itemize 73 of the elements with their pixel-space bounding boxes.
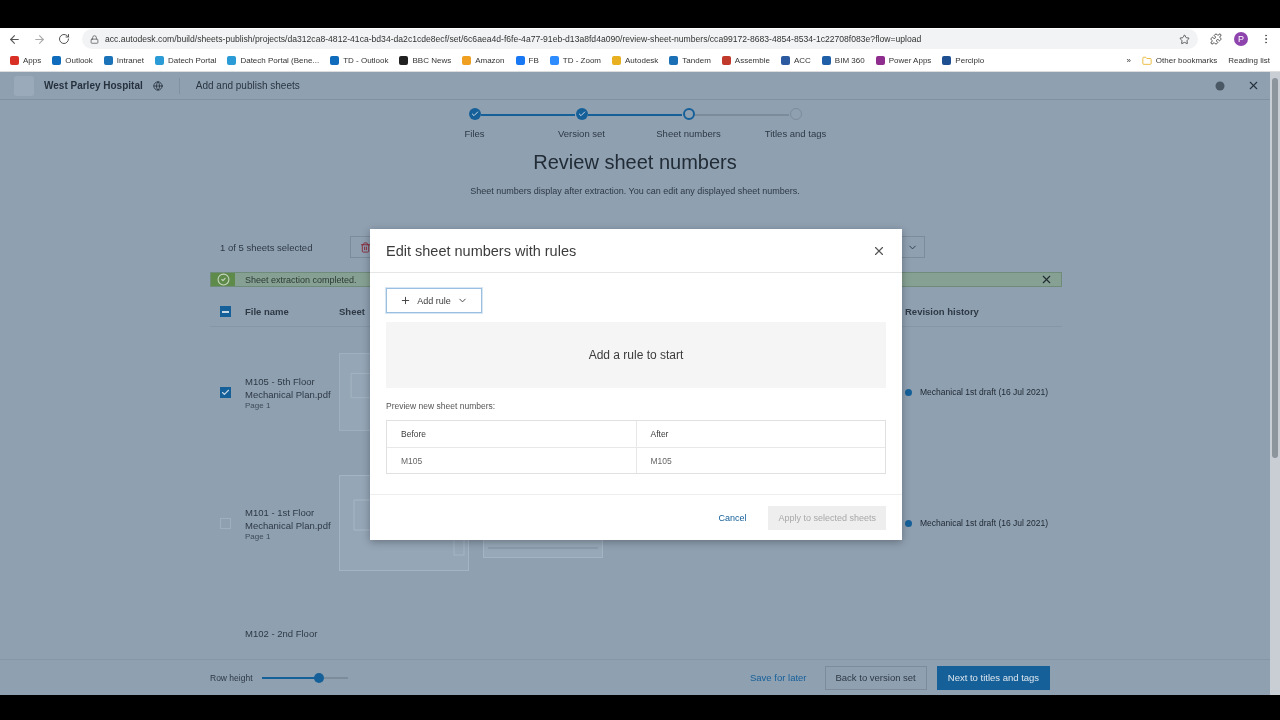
file-name: M105 - 5th Floor Mechanical Plan.pdf xyxy=(245,374,332,401)
column-header: Before xyxy=(400,428,428,441)
bookmark[interactable]: BIM 360 xyxy=(821,56,865,65)
column-header: After xyxy=(635,421,885,447)
page-name: Add and publish sheets xyxy=(195,80,301,91)
page-number: Page 1 xyxy=(245,531,272,541)
bookmark[interactable]: TD - Zoom xyxy=(549,56,601,65)
column-header: File name xyxy=(245,306,289,317)
reload-icon[interactable] xyxy=(58,33,70,45)
bookmark[interactable]: ACC xyxy=(780,56,811,65)
step-label: Sheet numbers xyxy=(656,128,721,139)
page-number: Page 1 xyxy=(245,400,272,410)
dialog-title: Edit sheet numbers with rules xyxy=(386,242,578,259)
preview-label: Preview new sheet numbers: xyxy=(386,401,497,411)
page-subtitle: Sheet numbers display after extraction. You can edit any displayed sheet numbers. xyxy=(469,186,801,196)
bookmark[interactable]: Apps xyxy=(10,56,42,65)
cancel-button[interactable]: Cancel xyxy=(712,511,753,524)
back-button[interactable]: Back to version set xyxy=(824,665,927,690)
globe-icon xyxy=(152,80,163,91)
status-dot xyxy=(905,519,912,527)
empty-state: Add a rule to start xyxy=(386,322,886,388)
folder-icon xyxy=(1141,55,1152,66)
status-dot xyxy=(905,388,912,396)
bookmark[interactable]: TD - Outlook xyxy=(330,56,389,65)
bookmark[interactable]: Intranet xyxy=(103,56,144,65)
step-label: Files xyxy=(464,128,485,139)
file-name: M101 - 1st Floor Mechanical Plan.pdf xyxy=(245,505,332,532)
revision-text: Mechanical 1st draft (16 Jul 2021) xyxy=(920,387,1049,397)
bookmark[interactable]: Power Apps xyxy=(875,56,932,65)
close-icon[interactable] xyxy=(1247,79,1260,92)
row-checkbox[interactable] xyxy=(220,386,231,398)
select-all-checkbox[interactable] xyxy=(220,306,231,317)
add-rule-button[interactable]: Add rule xyxy=(386,288,482,313)
step-label: Titles and tags xyxy=(764,128,827,139)
bookmark[interactable]: FB xyxy=(515,56,539,65)
extensions-icon[interactable] xyxy=(1210,33,1222,45)
project-name[interactable]: West Parley Hospital xyxy=(44,80,143,91)
bookmark-folder[interactable]: Other bookmarks xyxy=(1155,56,1218,65)
bookmark[interactable]: Autodesk xyxy=(612,56,659,65)
bookmark[interactable]: Amazon xyxy=(462,56,505,65)
bookmark[interactable]: Datech Portal (Bene... xyxy=(227,56,320,65)
bookmark[interactable]: BBC News xyxy=(399,56,452,65)
more-bookmarks[interactable]: » xyxy=(1126,56,1131,65)
bookmark[interactable]: Outlook xyxy=(52,56,93,65)
reading-list[interactable]: Reading list xyxy=(1228,56,1270,65)
selection-count: 1 of 5 sheets selected xyxy=(220,241,314,253)
revision-text: Mechanical 1st draft (16 Jul 2021) xyxy=(920,518,1049,528)
scrollbar[interactable] xyxy=(1272,78,1278,458)
bookmark[interactable]: Tandem xyxy=(669,56,711,65)
star-icon[interactable] xyxy=(1179,33,1190,45)
row-height-label: Row height xyxy=(210,672,254,683)
plus-icon xyxy=(400,295,412,306)
bookmark[interactable]: Datech Portal xyxy=(154,56,217,65)
column-header: Revision history xyxy=(905,306,979,317)
file-name: M102 - 2nd Floor xyxy=(245,627,319,640)
page-title: Review sheet numbers xyxy=(532,151,738,174)
step-label: Version set xyxy=(558,128,605,139)
slider-thumb[interactable] xyxy=(313,672,324,683)
trash-icon xyxy=(359,241,371,253)
table-cell-text: M105 xyxy=(400,454,424,468)
forward-icon[interactable] xyxy=(33,32,46,46)
table-cell: M105 xyxy=(635,448,885,473)
bookmark[interactable]: Assemble xyxy=(721,56,770,65)
address-bar[interactable]: acc.autodesk.com/build/sheets-publish/projects/da312ca8-4812-41ca-bd34-da2c1cde8ecf/set/6c6aea4d-f6fe-4a77-91eb-d13a8fd4a090/review-sheet-numbers/cca99172-8683-4854-8534-1c22708f083e?flow=upload xyxy=(82,29,1198,49)
next-button[interactable]: Next to titles and tags xyxy=(936,665,1051,690)
help-icon[interactable] xyxy=(1215,80,1225,91)
profile-avatar[interactable]: P xyxy=(1234,32,1248,46)
success-icon xyxy=(216,273,230,286)
lock-icon xyxy=(90,34,99,44)
bookmark[interactable]: Percipio xyxy=(942,56,985,65)
column-header: Sheet xyxy=(339,306,365,317)
banner-text: Sheet extraction completed. xyxy=(245,274,358,285)
back-icon[interactable] xyxy=(8,32,21,46)
